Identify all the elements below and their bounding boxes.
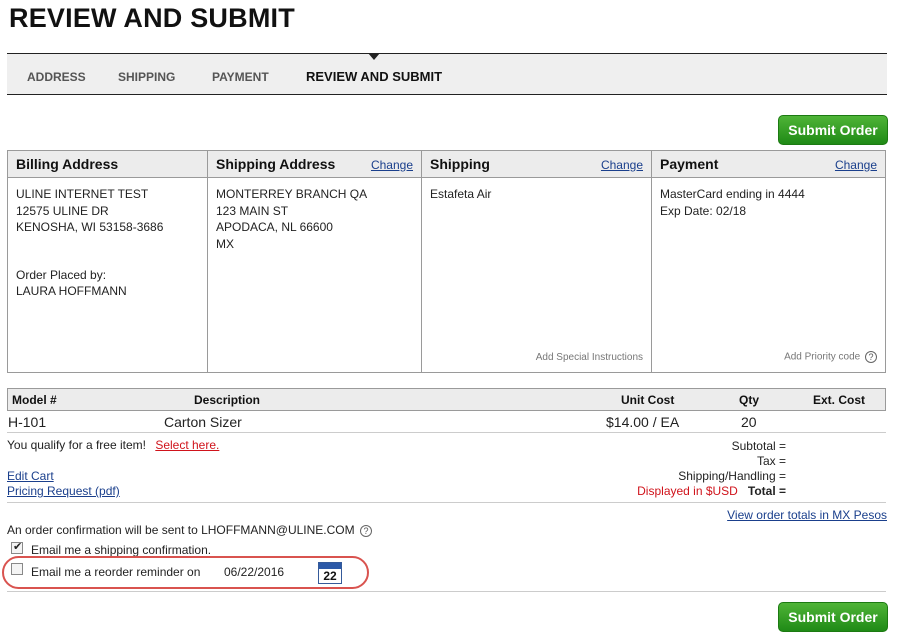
confirmation-text: An order confirmation will be sent to LH… xyxy=(7,523,355,537)
payment-column: Payment Change MasterCard ending in 4444… xyxy=(652,151,885,372)
header-description: Description xyxy=(194,393,261,407)
email-reorder-label: Email me a reorder reminder on xyxy=(31,565,201,579)
change-shipping-link[interactable]: Change xyxy=(601,158,643,172)
billing-line: KENOSHA, WI 53158-3686 xyxy=(16,220,164,234)
shipping-address-title: Shipping Address xyxy=(216,156,336,172)
billing-address-column: Billing Address ULINE INTERNET TEST 1257… xyxy=(8,151,208,372)
payment-exp-date: Exp Date: 02/18 xyxy=(660,203,747,218)
shipping-address-line: MONTERREY BRANCH QA xyxy=(216,187,368,201)
shipping-address-column: Shipping Address Change MONTERREY BRANCH… xyxy=(208,151,422,372)
step-shipping[interactable]: SHIPPING xyxy=(118,70,175,84)
table-row: H-101 Carton Sizer $14.00 / EA 20 xyxy=(7,411,886,433)
step-payment[interactable]: PAYMENT xyxy=(212,70,269,84)
header-ext-cost: Ext. Cost xyxy=(813,393,866,407)
help-icon[interactable]: ? xyxy=(359,524,372,537)
payment-card: MasterCard ending in 4444 xyxy=(660,187,805,201)
change-shipping-address-link[interactable]: Change xyxy=(371,158,413,172)
header-qty: Qty xyxy=(739,393,760,407)
total-label: Total = xyxy=(747,484,786,498)
items-table-header: Model # Description Unit Cost Qty Ext. C… xyxy=(7,388,886,411)
free-item-notice: You qualify for a free item! Select here… xyxy=(7,438,219,452)
shipping-address-line: APODACA, NL 66600 xyxy=(216,220,333,234)
confirmation-notice: An order confirmation will be sent to LH… xyxy=(7,523,372,537)
order-placed-by-label: Order Placed by: xyxy=(16,267,107,282)
free-item-text: You qualify for a free item! xyxy=(7,438,146,452)
row-qty: 20 xyxy=(741,414,757,430)
submit-order-button-bottom[interactable]: Submit Order xyxy=(778,602,888,632)
header-model: Model # xyxy=(12,393,57,407)
billing-line: ULINE INTERNET TEST xyxy=(16,187,149,201)
order-info-panel: Billing Address ULINE INTERNET TEST 1257… xyxy=(7,150,886,373)
active-step-caret-icon xyxy=(368,53,380,60)
pricing-request-link[interactable]: Pricing Request (pdf) xyxy=(7,484,120,498)
add-priority-code-label[interactable]: Add Priority code xyxy=(784,352,860,363)
billing-address-title: Billing Address xyxy=(16,156,119,172)
row-description: Carton Sizer xyxy=(164,414,242,430)
email-shipping-label: Email me a shipping confirmation. xyxy=(31,543,212,557)
order-placed-by-name: LAURA HOFFMANN xyxy=(16,284,127,298)
payment-title: Payment xyxy=(660,156,719,172)
view-totals-mx-pesos-link[interactable]: View order totals in MX Pesos xyxy=(727,508,887,522)
checkout-steps: ADDRESS SHIPPING PAYMENT REVIEW AND SUBM… xyxy=(7,53,887,95)
select-free-item-link[interactable]: Select here. xyxy=(155,438,219,452)
billing-line: 12575 ULINE DR xyxy=(16,203,109,218)
subtotal-label: Subtotal = xyxy=(731,439,786,453)
help-icon[interactable]: ? xyxy=(865,351,877,363)
shipping-method: Estafeta Air xyxy=(430,187,492,201)
currency-note: Displayed in $USD xyxy=(637,484,738,498)
tax-label: Tax = xyxy=(756,454,786,468)
shipping-handling-label: Shipping/Handling = xyxy=(678,469,786,483)
order-totals: Subtotal = Tax = Shipping/Handling = Dis… xyxy=(637,439,786,499)
shipping-address-line: MX xyxy=(216,236,234,251)
submit-order-button-top[interactable]: Submit Order xyxy=(778,115,888,145)
email-reorder-checkbox[interactable] xyxy=(11,563,23,575)
change-payment-link[interactable]: Change xyxy=(835,158,877,172)
calendar-icon[interactable]: 22 xyxy=(318,562,342,584)
edit-cart-link[interactable]: Edit Cart xyxy=(7,469,54,483)
add-special-instructions-link[interactable]: Add Special Instructions xyxy=(536,352,643,363)
row-unit-cost: $14.00 / EA xyxy=(606,414,680,430)
reorder-date-field[interactable]: 06/22/2016 xyxy=(224,565,284,579)
step-address[interactable]: ADDRESS xyxy=(27,70,86,84)
add-priority-code-link[interactable]: Add Priority code ? xyxy=(784,351,877,363)
email-shipping-checkbox[interactable] xyxy=(11,540,23,554)
step-review-and-submit[interactable]: REVIEW AND SUBMIT xyxy=(306,69,442,84)
row-model: H-101 xyxy=(8,414,47,430)
header-unit-cost: Unit Cost xyxy=(621,393,675,407)
shipping-method-column: Shipping Change Estafeta Air Add Special… xyxy=(422,151,652,372)
page-title: REVIEW AND SUBMIT xyxy=(9,3,295,33)
shipping-address-line: 123 MAIN ST xyxy=(216,203,289,218)
shipping-title: Shipping xyxy=(430,156,490,172)
